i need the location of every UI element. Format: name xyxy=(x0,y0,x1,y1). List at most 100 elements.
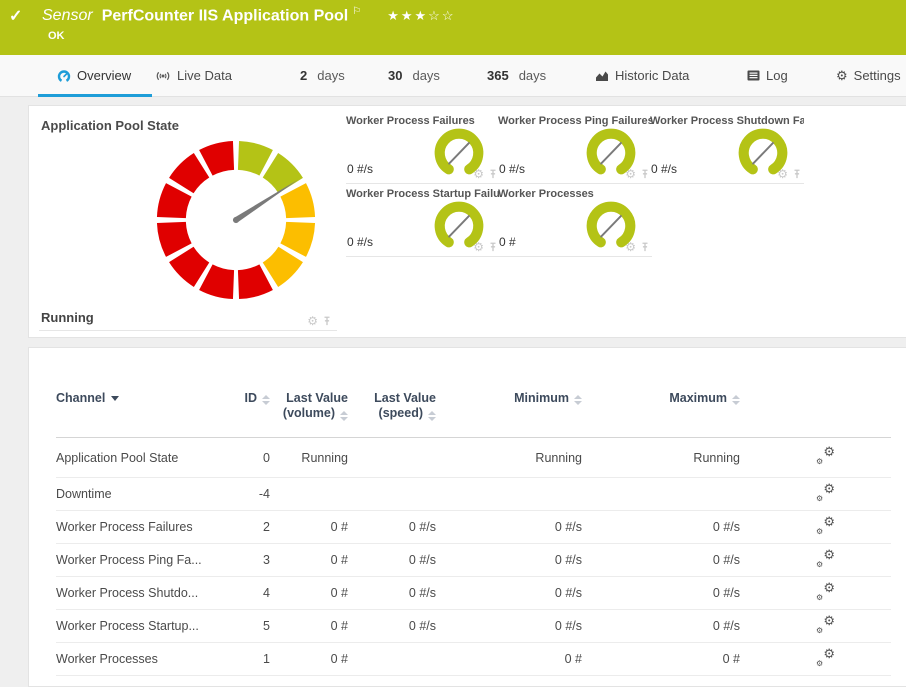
channel-settings-icon[interactable]: ⚙⚙ xyxy=(816,485,835,501)
tab-30-days[interactable]: 30days xyxy=(388,55,440,96)
gear-icon[interactable]: ⚙ xyxy=(307,315,318,327)
broadcast-icon xyxy=(155,70,171,82)
gauge-icon xyxy=(57,69,71,83)
overview-gauges-panel: Application Pool State Running ⚙ Worker … xyxy=(28,105,906,338)
maximum-value: 0 #/s xyxy=(582,619,740,633)
last-value-speed: 0 #/s xyxy=(348,520,436,534)
tab-live-data-label: Live Data xyxy=(177,68,232,83)
gauge-value: 0 #/s xyxy=(347,235,373,249)
table-body: Application Pool State 0 Running Running… xyxy=(56,438,891,676)
tab-365-days[interactable]: 365days xyxy=(487,55,546,96)
table-row: Application Pool State 0 Running Running… xyxy=(56,438,891,478)
table-row: Worker Processes 1 0 # 0 # 0 # ⚙⚙ xyxy=(56,643,891,676)
channel-settings-icon[interactable]: ⚙⚙ xyxy=(816,518,835,534)
table-header-row: Channel ID Last Value (volume) Last Valu… xyxy=(56,383,891,438)
table-row: Worker Process Failures 2 0 # 0 #/s 0 #/… xyxy=(56,511,891,544)
tab-2-days[interactable]: 2days xyxy=(300,55,345,96)
sort-icon xyxy=(574,395,582,405)
maximum-value: 0 #/s xyxy=(582,520,740,534)
channel-tile-worker-process-startup-failures[interactable]: Worker Process Startup Failu... 0 #/s ⚙ xyxy=(346,187,500,257)
gear-icon[interactable]: ⚙ xyxy=(625,241,636,253)
minimum-value: 0 #/s xyxy=(436,619,582,633)
log-icon xyxy=(747,70,760,81)
channel-name: Worker Process Startup... xyxy=(56,619,228,633)
column-header-last-value-volume[interactable]: Last Value (volume) xyxy=(270,391,348,421)
active-tab-indicator xyxy=(38,94,152,97)
tab-overview-label: Overview xyxy=(77,68,131,83)
column-header-channel[interactable]: Channel xyxy=(56,391,228,406)
channel-table-panel: Channel ID Last Value (volume) Last Valu… xyxy=(28,347,906,687)
column-header-minimum[interactable]: Minimum xyxy=(436,391,582,406)
pin-icon[interactable] xyxy=(792,168,802,180)
channel-tile-application-pool-state[interactable]: Application Pool State Running ⚙ xyxy=(39,114,337,331)
pin-icon[interactable] xyxy=(640,168,650,180)
pin-icon[interactable] xyxy=(488,241,498,253)
tab-settings[interactable]: ⚙ Settings xyxy=(836,55,901,96)
channel-name: Worker Processes xyxy=(56,652,228,666)
channel-name: Worker Process Shutdo... xyxy=(56,586,228,600)
tab-bar: Overview Live Data 2days 30days 365days … xyxy=(0,55,906,97)
column-header-maximum[interactable]: Maximum xyxy=(582,391,740,406)
flag-icon[interactable]: ⚐ xyxy=(352,6,361,17)
application-pool-state-gauge xyxy=(154,138,318,302)
sensor-status-banner: ✓ SensorPerfCounter IIS Application Pool… xyxy=(0,0,906,55)
channel-id: 5 xyxy=(228,619,270,633)
maximum-value: 0 #/s xyxy=(582,553,740,567)
table-row: Worker Process Shutdo... 4 0 # 0 #/s 0 #… xyxy=(56,577,891,610)
channel-settings-icon[interactable]: ⚙⚙ xyxy=(816,584,835,600)
status-badge: OK xyxy=(48,30,65,42)
channel-name: Worker Process Ping Fa... xyxy=(56,553,228,567)
last-value-volume: Running xyxy=(270,451,348,465)
last-value-volume: 0 # xyxy=(270,652,348,666)
tab-live-data[interactable]: Live Data xyxy=(155,55,232,96)
table-row: Worker Process Ping Fa... 3 0 # 0 #/s 0 … xyxy=(56,544,891,577)
sort-icon xyxy=(340,411,348,421)
minimum-value: 0 # xyxy=(436,652,582,666)
tab-log-label: Log xyxy=(766,68,788,83)
pin-icon[interactable] xyxy=(322,315,332,327)
sort-icon xyxy=(732,395,740,405)
minimum-value: 0 #/s xyxy=(436,520,582,534)
sort-icon xyxy=(428,411,436,421)
gauge-value: 0 #/s xyxy=(347,162,373,176)
gauge-value: Running xyxy=(41,310,94,325)
gauge-value: 0 # xyxy=(499,235,516,249)
gear-icon[interactable]: ⚙ xyxy=(473,241,484,253)
table-row: Worker Process Startup... 5 0 # 0 #/s 0 … xyxy=(56,610,891,643)
maximum-value: 0 # xyxy=(582,652,740,666)
tab-overview[interactable]: Overview xyxy=(57,55,131,96)
pin-icon[interactable] xyxy=(640,241,650,253)
tab-historic-data[interactable]: Historic Data xyxy=(595,55,689,96)
gauge-value: 0 #/s xyxy=(499,162,525,176)
tab-historic-data-label: Historic Data xyxy=(615,68,689,83)
channel-name: Downtime xyxy=(56,487,228,501)
minimum-value: 0 #/s xyxy=(436,553,582,567)
last-value-volume: 0 # xyxy=(270,586,348,600)
channel-settings-icon[interactable]: ⚙⚙ xyxy=(816,551,835,567)
gear-icon[interactable]: ⚙ xyxy=(777,168,788,180)
channel-settings-icon[interactable]: ⚙⚙ xyxy=(816,448,835,464)
column-header-id[interactable]: ID xyxy=(228,391,270,406)
priority-stars[interactable]: ★★★☆☆ xyxy=(387,8,455,23)
object-kind-label: Sensor xyxy=(42,7,93,24)
tab-log[interactable]: Log xyxy=(747,55,788,96)
gear-icon: ⚙ xyxy=(836,69,848,82)
gear-icon[interactable]: ⚙ xyxy=(625,168,636,180)
page-title: PerfCounter IIS Application Pool xyxy=(102,7,349,24)
channel-tile-worker-process-shutdown-failures[interactable]: Worker Process Shutdown Fa... 0 #/s ⚙ xyxy=(650,114,804,184)
channel-tile-worker-process-ping-failures[interactable]: Worker Process Ping Failures 0 #/s ⚙ xyxy=(498,114,652,184)
channel-settings-icon[interactable]: ⚙⚙ xyxy=(816,650,835,666)
gear-icon[interactable]: ⚙ xyxy=(473,168,484,180)
pin-icon[interactable] xyxy=(488,168,498,180)
stars-filled: ★★★ xyxy=(387,8,428,23)
sort-descending-icon xyxy=(111,396,119,401)
chart-icon xyxy=(595,70,609,82)
last-value-speed: 0 #/s xyxy=(348,553,436,567)
channel-tile-worker-process-failures[interactable]: Worker Process Failures 0 #/s ⚙ xyxy=(346,114,500,184)
maximum-value: Running xyxy=(582,451,740,465)
channel-tile-worker-processes[interactable]: Worker Processes 0 # ⚙ xyxy=(498,187,652,257)
channel-name: Application Pool State xyxy=(56,451,228,465)
table-row: Downtime -4 ⚙⚙ xyxy=(56,478,891,511)
channel-settings-icon[interactable]: ⚙⚙ xyxy=(816,617,835,633)
column-header-last-value-speed[interactable]: Last Value (speed) xyxy=(348,391,436,421)
